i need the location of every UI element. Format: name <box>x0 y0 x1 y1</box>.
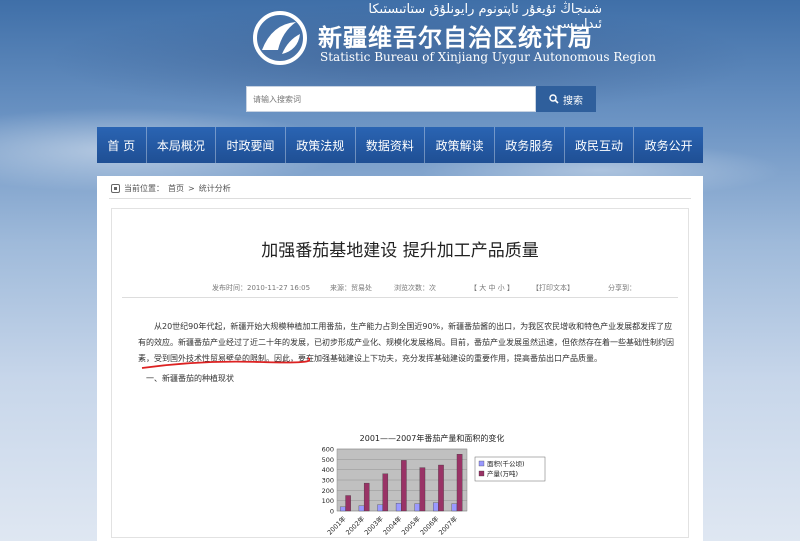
bar-output <box>419 467 426 512</box>
nav-news[interactable]: 时政要闻 <box>216 127 286 163</box>
search-button-label: 搜索 <box>563 95 583 107</box>
bar-output <box>363 482 370 512</box>
breadcrumb-separator: > <box>188 184 195 193</box>
nav-data[interactable]: 数据资料 <box>356 127 426 163</box>
article: 加强番茄基地建设 提升加工产品质量 发布时间：2010-11-27 16:05 … <box>111 208 689 538</box>
bar-area <box>358 505 365 512</box>
site-title: 新疆维吾尔自治区统计局 <box>318 23 593 52</box>
bar-area <box>395 503 402 512</box>
chart-svg: 01002003004005006002001年2002年2003年2004年2… <box>322 446 546 537</box>
x-tick-label: 2002年 <box>344 514 367 537</box>
share-label: 分享到： <box>608 284 636 292</box>
site-header: شىنجاڭ ئۇيغۇر ئاپتونوم رايونلۇق ستاتىستى… <box>0 0 800 80</box>
search-bar: 搜索 <box>246 86 596 112</box>
legend-label: 面积(千公顷) <box>487 459 525 468</box>
y-tick-label: 300 <box>322 477 334 485</box>
x-tick-label: 2001年 <box>325 514 348 537</box>
breadcrumb-divider <box>109 198 691 199</box>
site-title-english: Statistic Bureau of Xinjiang Uygur Auton… <box>320 50 656 64</box>
legend-label: 产量(万吨) <box>487 469 518 478</box>
article-title: 加强番茄基地建设 提升加工产品质量 <box>261 241 539 261</box>
search-button[interactable]: 搜索 <box>536 86 596 112</box>
x-tick-label: 2004年 <box>381 514 404 537</box>
section-heading: 一、新疆番茄的种植现状 <box>146 374 234 383</box>
nav-home[interactable]: 首 页 <box>97 127 147 163</box>
meta-divider <box>122 297 678 298</box>
search-input[interactable] <box>246 86 536 112</box>
nav-interaction[interactable]: 政民互动 <box>565 127 635 163</box>
legend-swatch <box>478 460 485 467</box>
bar-output <box>382 473 389 512</box>
bar-chart: 2001——2007年番茄产量和面积的变化 0 100 200 300 400 500 60… <box>307 433 557 539</box>
bar-output <box>438 464 444 512</box>
bar-area <box>451 503 458 512</box>
x-tick-label: 2006年 <box>418 514 441 537</box>
bar-area <box>340 506 346 512</box>
bar-area <box>433 502 439 512</box>
breadcrumb: 当前位置： 首页 > 统计分析 <box>111 183 231 194</box>
bar-output <box>401 460 407 512</box>
nav-policy-interpretation[interactable]: 政策解读 <box>425 127 495 163</box>
search-icon <box>549 94 559 104</box>
bar-output <box>456 454 463 512</box>
article-source: 来源：贸易处 <box>330 284 372 292</box>
legend-swatch <box>478 470 485 477</box>
y-tick-label: 200 <box>322 487 334 495</box>
bureau-logo-icon[interactable] <box>252 10 308 66</box>
x-tick-label: 2003年 <box>362 514 385 537</box>
x-tick-label: 2005年 <box>399 514 422 537</box>
print-link[interactable]: 【打印文本】 <box>532 283 574 293</box>
nav-services[interactable]: 政务服务 <box>495 127 565 163</box>
bar-area <box>377 504 383 512</box>
bar-area <box>414 503 420 512</box>
breadcrumb-section-link[interactable]: 统计分析 <box>199 183 231 194</box>
nav-about[interactable]: 本局概况 <box>147 127 217 163</box>
main-nav: 首 页 本局概况 时政要闻 政策法规 数据资料 政策解读 政务服务 政民互动 政… <box>97 127 703 163</box>
location-icon <box>111 184 120 193</box>
view-count: 浏览次数：次 <box>394 284 436 292</box>
y-tick-label: 600 <box>322 446 334 454</box>
y-tick-label: 500 <box>322 456 334 464</box>
breadcrumb-home-link[interactable]: 首页 <box>168 183 184 194</box>
nav-disclosure[interactable]: 政务公开 <box>634 127 703 163</box>
nav-policy-laws[interactable]: 政策法规 <box>286 127 356 163</box>
publish-time: 发布时间：2010-11-27 16:05 <box>212 284 311 292</box>
y-tick-label: 400 <box>322 466 334 474</box>
y-tick-label: 0 <box>330 508 334 516</box>
y-tick-label: 100 <box>322 497 334 505</box>
x-tick-label: 2007年 <box>436 514 459 537</box>
font-size-switch[interactable]: 【 大 中 小 】 <box>470 283 514 293</box>
content-panel: 当前位置： 首页 > 统计分析 加强番茄基地建设 提升加工产品质量 发布时间：2… <box>97 176 703 541</box>
bar-output <box>345 495 351 512</box>
breadcrumb-label: 当前位置： <box>124 184 164 193</box>
